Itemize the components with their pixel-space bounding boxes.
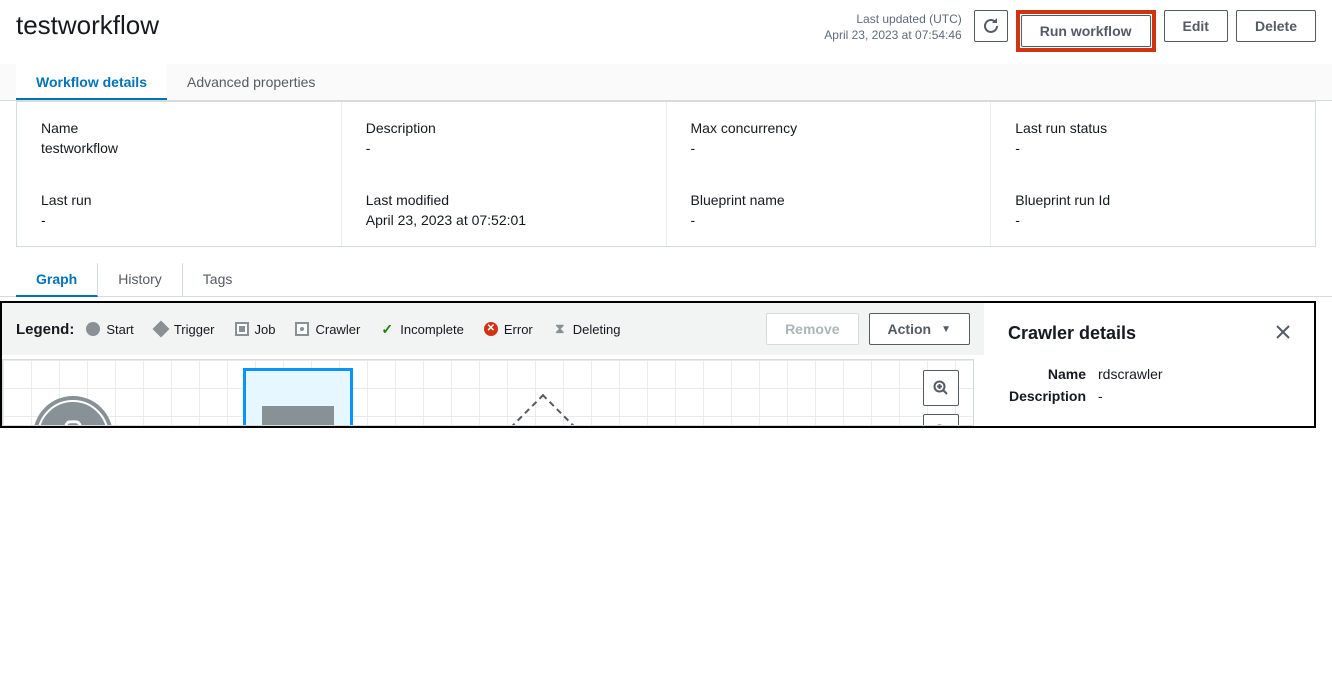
- graph-canvas[interactable]: startworkflowtrigger rdscrawler Add trig…: [2, 359, 974, 426]
- zoom-out-button[interactable]: [923, 414, 959, 426]
- detail-blueprintrunid-label: Blueprint run Id: [1015, 192, 1291, 208]
- detail-name-value: testworkflow: [41, 140, 317, 156]
- legend-incomplete: ✓Incomplete: [380, 322, 464, 337]
- trigger-icon: [152, 321, 169, 338]
- detail-lastrunstatus-label: Last run status: [1015, 120, 1291, 136]
- hourglass-icon: ⧗: [553, 322, 567, 336]
- detail-lastrunstatus-value: -: [1015, 140, 1291, 156]
- graph-tabs: Graph History Tags: [0, 263, 1332, 297]
- legend-start: Start: [86, 322, 133, 337]
- detail-name-label: Name: [41, 120, 317, 136]
- last-updated: Last updated (UTC) April 23, 2023 at 07:…: [824, 10, 961, 43]
- legend-label: Legend:: [16, 321, 74, 338]
- remove-button: Remove: [766, 313, 858, 345]
- legend: Legend: Start Trigger Job Crawler ✓Incom…: [2, 303, 984, 355]
- close-button[interactable]: [1272, 319, 1294, 348]
- side-description-value: -: [1098, 388, 1294, 404]
- detail-blueprintrunid-value: -: [1015, 212, 1291, 228]
- run-workflow-button[interactable]: Run workflow: [1021, 15, 1151, 47]
- zoom-in-button[interactable]: [923, 370, 959, 406]
- node-add-trigger[interactable]: Add trigger: [493, 410, 593, 426]
- start-icon: [86, 322, 100, 336]
- legend-error: ✕Error: [484, 322, 533, 337]
- detail-maxconc-value: -: [691, 140, 967, 156]
- close-icon: [1276, 325, 1290, 339]
- crawler-icon: [295, 322, 309, 336]
- main-tabs: Workflow details Advanced properties: [0, 64, 1332, 101]
- legend-trigger: Trigger: [154, 322, 215, 337]
- detail-lastmodified-label: Last modified: [366, 192, 642, 208]
- run-workflow-highlight: Run workflow: [1016, 10, 1156, 52]
- details-panel: Name testworkflow Description - Max conc…: [16, 101, 1316, 247]
- detail-description-value: -: [366, 140, 642, 156]
- error-icon: ✕: [484, 322, 498, 336]
- side-panel-title: Crawler details: [1008, 323, 1272, 344]
- node-start-trigger[interactable]: startworkflowtrigger: [13, 400, 133, 426]
- legend-job: Job: [235, 322, 276, 337]
- detail-lastrun-value: -: [41, 212, 317, 228]
- spider-icon: [277, 421, 319, 426]
- detail-description-label: Description: [366, 120, 642, 136]
- check-icon: ✓: [380, 322, 394, 336]
- node-crawler-selected[interactable]: rdscrawler: [243, 368, 353, 426]
- tab-tags[interactable]: Tags: [183, 263, 253, 296]
- detail-lastmodified-value: April 23, 2023 at 07:52:01: [366, 212, 642, 228]
- refresh-icon: [983, 18, 999, 34]
- tab-history[interactable]: History: [98, 263, 183, 296]
- action-button[interactable]: Action▼: [869, 313, 970, 345]
- crawler-details-panel: Crawler details Name rdscrawler Descript…: [984, 303, 1314, 426]
- tab-workflow-details[interactable]: Workflow details: [16, 64, 167, 100]
- caret-down-icon: ▼: [941, 324, 951, 335]
- zoom-in-icon: [933, 380, 949, 396]
- page-title: testworkflow: [16, 10, 824, 41]
- detail-blueprintname-label: Blueprint name: [691, 192, 967, 208]
- legend-crawler: Crawler: [295, 322, 360, 337]
- tab-graph[interactable]: Graph: [16, 263, 98, 297]
- side-description-label: Description: [1008, 388, 1098, 404]
- tab-advanced-properties[interactable]: Advanced properties: [167, 64, 335, 100]
- legend-deleting: ⧗Deleting: [553, 322, 621, 337]
- zoom-out-icon: [933, 424, 949, 426]
- job-icon: [235, 322, 249, 336]
- edit-button[interactable]: Edit: [1164, 10, 1228, 42]
- side-name-value: rdscrawler: [1098, 366, 1294, 382]
- delete-button[interactable]: Delete: [1236, 10, 1316, 42]
- traffic-light-icon: [56, 419, 90, 426]
- side-name-label: Name: [1008, 366, 1098, 382]
- refresh-button[interactable]: [974, 10, 1008, 42]
- detail-lastrun-label: Last run: [41, 192, 317, 208]
- detail-blueprintname-value: -: [691, 212, 967, 228]
- detail-maxconc-label: Max concurrency: [691, 120, 967, 136]
- graph-container: Legend: Start Trigger Job Crawler ✓Incom…: [0, 301, 1316, 428]
